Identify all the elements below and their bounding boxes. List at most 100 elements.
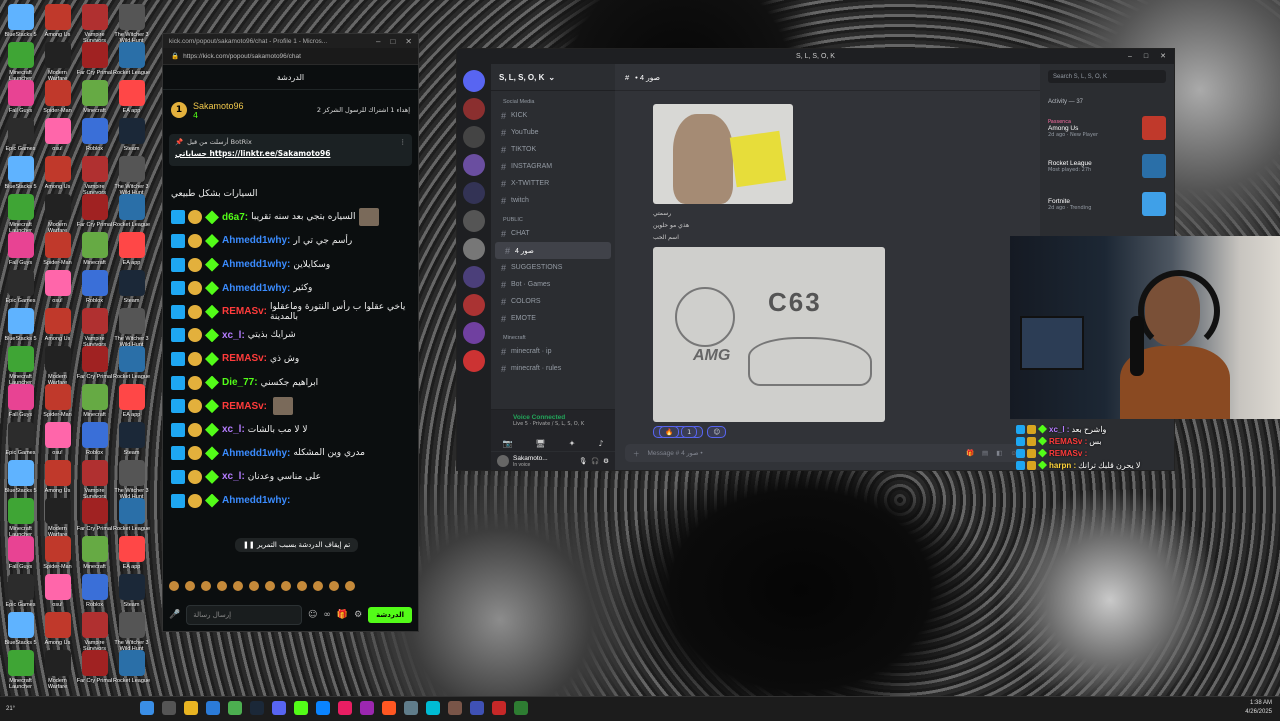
chat-username[interactable]: Ahmedd1why: bbox=[222, 495, 290, 506]
emote-icon[interactable] bbox=[201, 581, 211, 591]
desktop-shortcut[interactable]: Modern Warfare bbox=[39, 194, 76, 234]
add-reaction-icon[interactable]: ☺ bbox=[707, 426, 727, 438]
drawing-image-2[interactable]: C63 AMG bbox=[653, 247, 885, 422]
search-input[interactable]: Search S, L, S, O, K bbox=[1048, 70, 1166, 83]
server-icon[interactable] bbox=[463, 182, 485, 204]
server-icon[interactable] bbox=[463, 266, 485, 288]
channel-category[interactable]: PUBLIC bbox=[491, 209, 615, 225]
desktop-shortcut[interactable]: Rocket League bbox=[113, 42, 150, 82]
emote-icon[interactable] bbox=[345, 581, 355, 591]
start-icon[interactable] bbox=[140, 701, 154, 715]
desktop-shortcut[interactable]: Far Cry Primal bbox=[76, 498, 113, 538]
chat-message[interactable]: Die_77: ابراهيم جكسني bbox=[163, 371, 418, 395]
channel-item[interactable]: # YouTube bbox=[491, 124, 615, 141]
chat-message[interactable]: Ahmedd1why: وسكايلاين bbox=[163, 253, 418, 277]
chat-username[interactable]: Ahmedd1why: bbox=[222, 283, 290, 294]
desktop-shortcut[interactable]: osu! bbox=[39, 574, 76, 614]
emote-icon[interactable] bbox=[169, 581, 179, 591]
desktop-shortcut[interactable]: osu! bbox=[39, 422, 76, 462]
desktop-shortcut[interactable]: Among Us bbox=[39, 612, 76, 652]
edge-icon[interactable] bbox=[206, 701, 220, 715]
weather-widget[interactable]: 21° bbox=[0, 706, 66, 712]
chat-message[interactable]: Ahmedd1why: وكثير bbox=[163, 276, 418, 300]
chat-input[interactable]: إرسال رسالة bbox=[186, 605, 302, 625]
desktop-shortcut[interactable]: Fall Guys bbox=[2, 384, 39, 424]
desktop-shortcut[interactable]: Among Us bbox=[39, 156, 76, 196]
desktop-shortcut[interactable]: Epic Games bbox=[2, 422, 39, 462]
server-icon[interactable] bbox=[463, 98, 485, 120]
desktop-shortcut[interactable]: Vampire Survivors bbox=[76, 612, 113, 652]
chat-username[interactable]: REMASv: bbox=[222, 353, 267, 364]
close-icon[interactable]: ✕ bbox=[1160, 49, 1166, 64]
channel-item[interactable]: # twitch bbox=[491, 192, 615, 209]
system-tray-clock[interactable]: 1:38 AM 4/26/2025 bbox=[1245, 699, 1272, 717]
desktop-shortcut[interactable]: Steam bbox=[113, 574, 150, 614]
discord-icon[interactable] bbox=[272, 701, 286, 715]
desktop-shortcut[interactable]: EA app bbox=[113, 384, 150, 424]
chat-message[interactable]: REMASv: وش ذي bbox=[163, 347, 418, 371]
app-icon[interactable] bbox=[382, 701, 396, 715]
desktop-shortcut[interactable]: Minecraft bbox=[76, 80, 113, 120]
close-icon[interactable]: ✕ bbox=[405, 37, 412, 46]
screen-share-icon[interactable]: 🖥 bbox=[535, 439, 545, 448]
desktop-shortcut[interactable]: Modern Warfare bbox=[39, 498, 76, 538]
app-icon[interactable] bbox=[404, 701, 418, 715]
desktop-shortcut[interactable]: Steam bbox=[113, 422, 150, 462]
app-icon[interactable] bbox=[470, 701, 484, 715]
soundboard-icon[interactable]: ♪ bbox=[598, 439, 603, 448]
gif-icon[interactable]: ▤ bbox=[982, 449, 988, 457]
maximize-icon[interactable]: □ bbox=[390, 37, 395, 46]
gear-icon[interactable]: ⚙ bbox=[603, 457, 609, 465]
chat-username[interactable]: xc_l: bbox=[222, 424, 245, 435]
desktop-shortcut[interactable]: Far Cry Primal bbox=[76, 42, 113, 82]
desktop-shortcut[interactable]: Rocket League bbox=[113, 498, 150, 538]
emote-icon[interactable] bbox=[313, 581, 323, 591]
server-icon[interactable] bbox=[463, 350, 485, 372]
plus-icon[interactable]: ＋ bbox=[633, 448, 640, 458]
desktop-shortcut[interactable]: BlueStacks 5 bbox=[2, 308, 39, 348]
desktop-shortcut[interactable]: Roblox bbox=[76, 270, 113, 310]
desktop-shortcut[interactable]: Steam bbox=[113, 270, 150, 310]
avatar[interactable] bbox=[497, 455, 509, 467]
desktop-shortcut[interactable]: Vampire Survivors bbox=[76, 460, 113, 500]
desktop-shortcut[interactable]: The Witcher 3 Wild Hunt bbox=[113, 460, 150, 500]
desktop-shortcut[interactable]: EA app bbox=[113, 80, 150, 120]
desktop-shortcut[interactable]: EA app bbox=[113, 232, 150, 272]
chat-username[interactable]: d6a7: bbox=[222, 212, 248, 223]
chat-username[interactable]: Ahmedd1why: bbox=[222, 235, 290, 246]
channel-item[interactable]: # X-TWITTER bbox=[491, 175, 615, 192]
desktop-shortcut[interactable]: Minecraft Launcher bbox=[2, 42, 39, 82]
desktop-shortcut[interactable]: Minecraft Launcher bbox=[2, 194, 39, 234]
desktop-shortcut[interactable]: Fall Guys bbox=[2, 80, 39, 120]
desktop-shortcut[interactable]: Vampire Survivors bbox=[76, 308, 113, 348]
app-icon[interactable] bbox=[492, 701, 506, 715]
desktop-shortcut[interactable]: Modern Warfare bbox=[39, 42, 76, 82]
channel-item[interactable]: # EMOTE bbox=[491, 310, 615, 327]
desktop-shortcut[interactable]: Vampire Survivors bbox=[76, 156, 113, 196]
channel-item[interactable]: # COLORS bbox=[491, 293, 615, 310]
app-icon[interactable] bbox=[338, 701, 352, 715]
desktop-shortcut[interactable]: Minecraft bbox=[76, 232, 113, 272]
desktop-shortcut[interactable]: Among Us bbox=[39, 4, 76, 44]
desktop-shortcut[interactable]: Among Us bbox=[39, 308, 76, 348]
pin-icon[interactable]: 📌 bbox=[175, 138, 183, 146]
address-bar[interactable]: 🔒 https://kick.com/popout/sakamoto96/cha… bbox=[163, 48, 418, 65]
server-icon[interactable] bbox=[463, 154, 485, 176]
desktop-shortcut[interactable]: Spider-Man bbox=[39, 384, 76, 424]
emote-icon[interactable] bbox=[281, 581, 291, 591]
activity-game[interactable]: Rocket League Most played: 27h bbox=[1040, 147, 1174, 185]
desktop-shortcut[interactable]: Epic Games bbox=[2, 270, 39, 310]
chat-paused-banner[interactable]: ❚❚ تم إيقاف الدردشة بسبب التمرير bbox=[235, 538, 359, 552]
minimize-icon[interactable]: – bbox=[376, 37, 380, 46]
channel-item[interactable]: # minecraft · rules bbox=[491, 360, 615, 377]
desktop-shortcut[interactable]: Far Cry Primal bbox=[76, 194, 113, 234]
desktop-shortcut[interactable]: The Witcher 3 Wild Hunt bbox=[113, 156, 150, 196]
desktop-shortcut[interactable]: Modern Warfare bbox=[39, 346, 76, 386]
emote-icon[interactable] bbox=[297, 581, 307, 591]
chat-message[interactable]: REMASv: bbox=[163, 394, 418, 418]
app-icon[interactable] bbox=[448, 701, 462, 715]
app-icon[interactable] bbox=[360, 701, 374, 715]
more-icon[interactable]: ⋮ bbox=[400, 138, 407, 146]
chat-username[interactable]: REMASv: bbox=[222, 401, 267, 412]
desktop-shortcut[interactable]: Minecraft Launcher bbox=[2, 498, 39, 538]
